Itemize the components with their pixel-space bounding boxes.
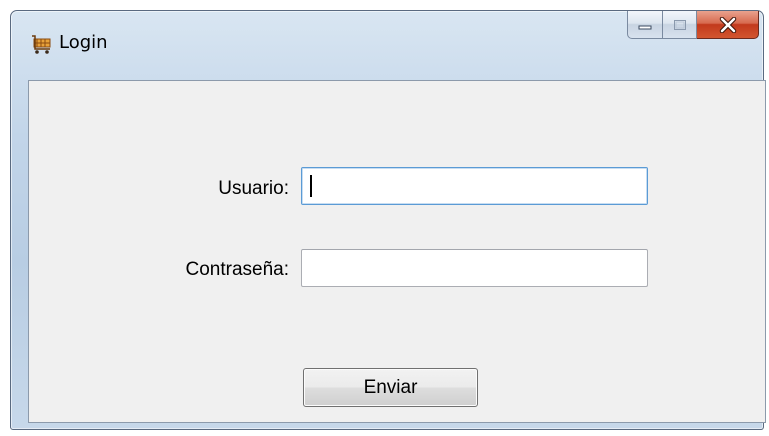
title-bar[interactable]: Login <box>11 11 763 77</box>
login-form: Usuario: Contraseña: Enviar <box>28 80 766 423</box>
password-label: Contraseña: <box>185 259 289 280</box>
caption-buttons <box>627 11 759 41</box>
username-input[interactable] <box>301 167 648 205</box>
submit-button[interactable]: Enviar <box>303 368 478 407</box>
text-caret <box>310 175 312 197</box>
minimize-button[interactable] <box>627 11 663 39</box>
maximize-button[interactable] <box>663 11 697 39</box>
close-icon <box>719 16 736 33</box>
login-window: Login Usuario: Contraseña: Enviar <box>10 10 766 430</box>
close-button[interactable] <box>697 11 759 39</box>
shopping-cart-icon <box>32 35 51 54</box>
password-input[interactable] <box>301 249 648 287</box>
username-label: Usuario: <box>218 178 289 199</box>
minimize-icon <box>638 25 652 29</box>
window-title: Login <box>59 32 108 53</box>
maximize-icon <box>673 19 686 30</box>
